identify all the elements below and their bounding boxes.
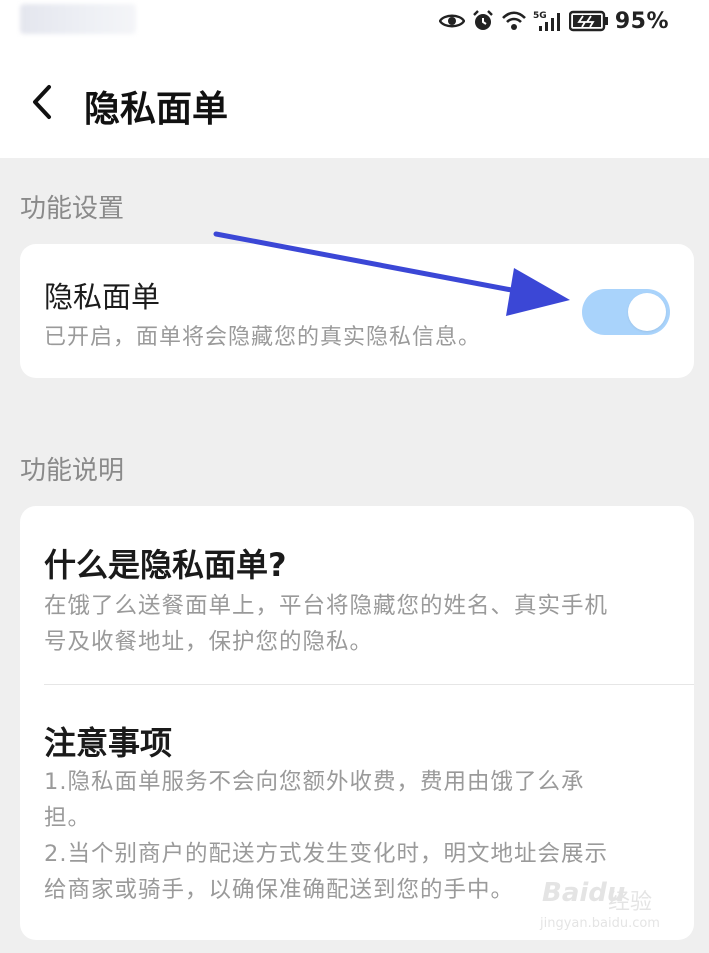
status-icons: 5G 95%: [438, 6, 669, 36]
privacy-setting-card: 隐私面单 已开启，面单将会隐藏您的真实隐私信息。: [20, 244, 694, 378]
notes-line-2: 担。: [44, 805, 92, 831]
eye-icon: [438, 12, 465, 30]
explanation-card: 什么是隐私面单? 在饿了么送餐面单上，平台将隐藏您的姓名、真实手机 号及收餐地址…: [20, 506, 694, 940]
battery-percent: 95%: [614, 8, 669, 34]
section-label-settings: 功能设置: [20, 194, 125, 224]
signal-5g-icon: 5G: [533, 9, 563, 33]
wifi-icon: [501, 10, 527, 32]
status-bar: 5G 95%: [0, 0, 709, 42]
what-is-title: 什么是隐私面单?: [44, 546, 287, 584]
baidu-watermark: Baidu 经验 jingyan.baidu.com: [538, 876, 688, 936]
svg-text:5G: 5G: [533, 11, 547, 21]
what-is-line-2: 号及收餐地址，保护您的隐私。: [44, 629, 374, 655]
watermark-sub: 经验: [608, 890, 653, 915]
chevron-left-icon: [33, 85, 51, 119]
back-button[interactable]: [22, 80, 62, 124]
watermark-url: jingyan.baidu.com: [540, 916, 660, 931]
privacy-toggle[interactable]: [582, 289, 670, 335]
what-is-body: 在饿了么送餐面单上，平台将隐藏您的姓名、真实手机 号及收餐地址，保护您的隐私。: [44, 588, 680, 660]
page-title: 隐私面单: [84, 89, 229, 130]
status-time-blurred: [20, 4, 136, 34]
notes-line-1: 1.隐私面单服务不会向您额外收费，费用由饿了么承: [44, 769, 585, 795]
app-header: 隐私面单: [0, 42, 709, 158]
privacy-setting-subtitle: 已开启，面单将会隐藏您的真实隐私信息。: [44, 325, 482, 350]
notes-line-3: 2.当个别商户的配送方式发生变化时，明文地址会展示: [44, 841, 608, 867]
section-label-explain: 功能说明: [20, 456, 125, 486]
privacy-setting-title: 隐私面单: [44, 280, 161, 314]
notes-title: 注意事项: [44, 724, 173, 762]
what-is-line-1: 在饿了么送餐面单上，平台将隐藏您的姓名、真实手机: [44, 593, 609, 619]
battery-icon: [568, 10, 609, 32]
divider: [44, 684, 694, 685]
alarm-icon: [471, 9, 495, 33]
toggle-knob: [628, 293, 666, 331]
